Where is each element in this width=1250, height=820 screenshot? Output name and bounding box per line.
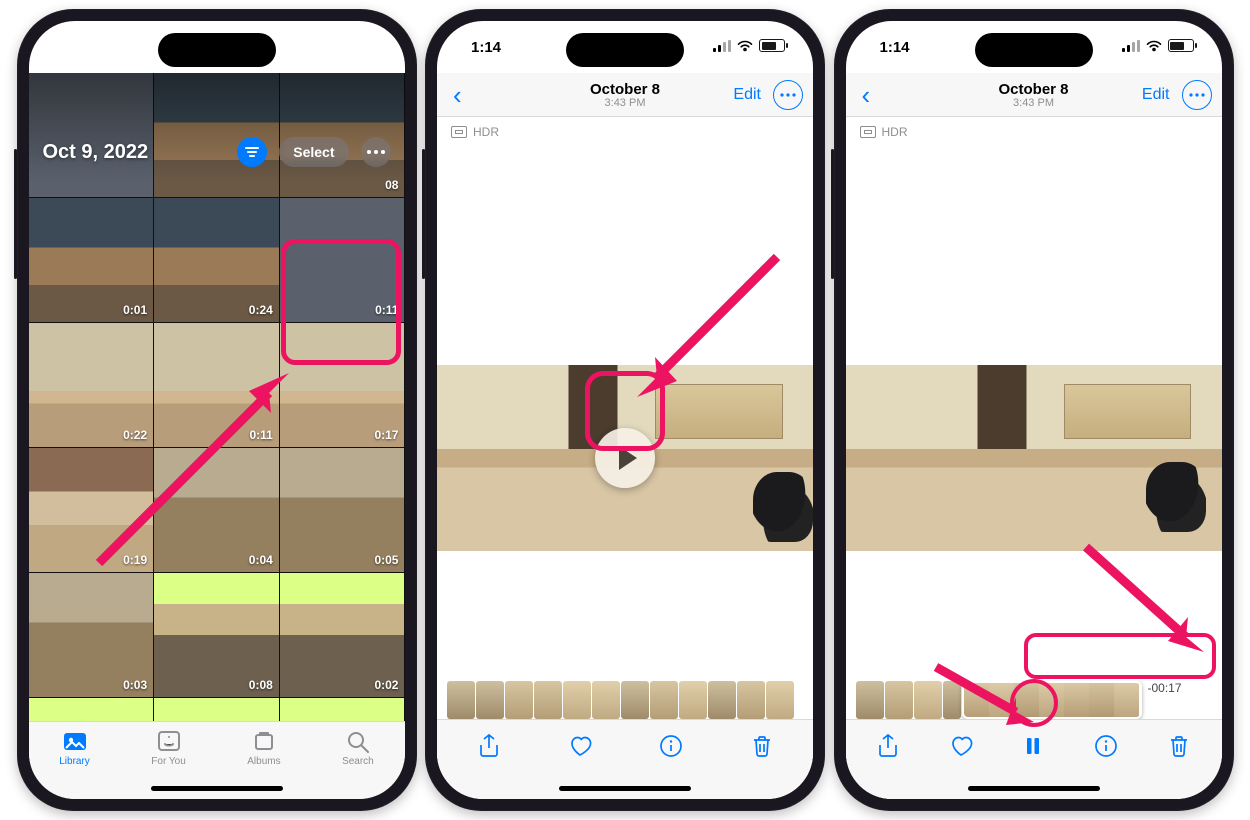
- more-button[interactable]: [361, 137, 391, 167]
- library-date: Oct 9, 2022: [43, 141, 149, 164]
- favorite-button[interactable]: [938, 723, 984, 769]
- video-thumbnail[interactable]: 0:05: [280, 448, 405, 572]
- edit-button[interactable]: Edit: [733, 86, 761, 104]
- thumbnail-duration: 0:17: [374, 428, 398, 442]
- edit-button[interactable]: Edit: [1142, 86, 1170, 104]
- home-indicator[interactable]: [968, 786, 1100, 791]
- video-viewer[interactable]: HDR: [437, 117, 813, 799]
- wifi-icon: [329, 40, 345, 52]
- share-button[interactable]: [466, 723, 512, 769]
- home-indicator[interactable]: [151, 786, 283, 791]
- video-thumbnail[interactable]: 0:19: [29, 448, 154, 572]
- bottom-toolbar: [437, 719, 813, 771]
- info-button[interactable]: [1083, 723, 1129, 769]
- more-options-button[interactable]: [1182, 80, 1212, 110]
- video-thumbnail[interactable]: [29, 73, 154, 197]
- phone-video-paused: 1:14 ‹ October 8 3:43 PM Edit: [425, 9, 825, 811]
- video-thumbnail[interactable]: 0:04: [154, 448, 279, 572]
- cellular-icon: [1122, 40, 1140, 52]
- video-thumbnail[interactable]: 0:03: [29, 573, 154, 697]
- tab-foryou[interactable]: For You: [151, 729, 185, 767]
- nav-bar: ‹ October 8 3:43 PM Edit: [846, 73, 1222, 117]
- thumbnail-duration: 0:02: [374, 678, 398, 692]
- cellular-icon: [713, 40, 731, 52]
- video-viewer[interactable]: HDR -00:17: [846, 117, 1222, 799]
- tab-search[interactable]: Search: [342, 729, 374, 767]
- delete-button[interactable]: [1156, 723, 1202, 769]
- video-thumbnail[interactable]: 0:03: [280, 698, 405, 721]
- video-thumbnail[interactable]: 0:03: [29, 698, 154, 721]
- video-thumbnail[interactable]: 08: [280, 73, 405, 197]
- bottom-toolbar: [846, 719, 1222, 771]
- share-button[interactable]: [865, 723, 911, 769]
- wifi-icon: [1146, 40, 1162, 52]
- dynamic-island: [566, 33, 684, 67]
- thumbnail-duration: 08: [385, 178, 398, 192]
- hdr-badge: HDR: [860, 125, 908, 139]
- battery-icon: [351, 39, 377, 52]
- video-thumbnail[interactable]: 0:01: [29, 198, 154, 322]
- battery-icon: [759, 39, 785, 52]
- thumbnail-duration: 0:03: [123, 678, 147, 692]
- thumbnail-duration: 0:11: [375, 303, 398, 317]
- video-thumbnail[interactable]: 0:03: [154, 698, 279, 721]
- video-thumbnail[interactable]: 0:11: [154, 323, 279, 447]
- annotation-highlight-scrubber: [1024, 633, 1216, 679]
- hdr-badge: HDR: [451, 125, 499, 139]
- dynamic-island: [158, 33, 276, 67]
- video-thumbnail[interactable]: [154, 73, 279, 197]
- thumbnail-duration: 0:08: [249, 678, 273, 692]
- cellular-icon: [305, 40, 323, 52]
- thumbnail-duration: 0:05: [374, 553, 398, 567]
- nav-bar: ‹ October 8 3:43 PM Edit: [437, 73, 813, 117]
- video-thumbnail[interactable]: 0:22: [29, 323, 154, 447]
- dynamic-island: [975, 33, 1093, 67]
- back-button[interactable]: ‹: [447, 82, 468, 108]
- select-button[interactable]: Select: [279, 137, 348, 167]
- thumbnail-duration: 0:19: [123, 553, 147, 567]
- home-indicator[interactable]: [559, 786, 691, 791]
- video-thumbnail[interactable]: 0:02: [280, 573, 405, 697]
- wifi-icon: [737, 40, 753, 52]
- battery-icon: [1168, 39, 1194, 52]
- video-thumbnail[interactable]: 0:24: [154, 198, 279, 322]
- favorite-button[interactable]: [557, 723, 603, 769]
- phone-library: 1:13 Oct 9, 2022 Select 08 0:01 0:24 0:11: [17, 9, 417, 811]
- info-button[interactable]: [648, 723, 694, 769]
- pause-button[interactable]: [1010, 723, 1056, 769]
- status-time: 1:13: [63, 39, 93, 56]
- thumbnail-duration: 0:24: [249, 303, 273, 317]
- delete-button[interactable]: [739, 723, 785, 769]
- video-thumbnail[interactable]: 0:11: [280, 198, 405, 322]
- status-time: 1:14: [880, 39, 910, 56]
- back-button[interactable]: ‹: [856, 82, 877, 108]
- filter-button[interactable]: [237, 137, 267, 167]
- status-time: 1:14: [471, 39, 501, 56]
- thumbnail-duration: 0:01: [123, 303, 147, 317]
- scrub-time-remaining: -00:17: [1147, 681, 1181, 695]
- more-options-button[interactable]: [773, 80, 803, 110]
- video-thumbnail[interactable]: 0:17: [280, 323, 405, 447]
- scrubber[interactable]: [962, 681, 1142, 719]
- thumbnail-duration: 0:11: [249, 428, 272, 442]
- filmstrip[interactable]: [437, 681, 813, 719]
- display-icon: [860, 126, 876, 138]
- annotation-arrow-scrubber: [1076, 537, 1216, 657]
- tab-albums[interactable]: Albums: [247, 729, 280, 767]
- tab-library[interactable]: Library: [59, 729, 90, 767]
- video-thumbnail[interactable]: 0:08: [154, 573, 279, 697]
- thumbnail-duration: 0:04: [249, 553, 273, 567]
- display-icon: [451, 126, 467, 138]
- phone-video-playing: 1:14 ‹ October 8 3:43 PM Edit: [834, 9, 1234, 811]
- thumbnail-duration: 0:22: [123, 428, 147, 442]
- library-grid[interactable]: 08 0:01 0:24 0:11 0:22 0:11 0:17 0:19 0:04 0:05 0:…: [29, 73, 405, 721]
- play-button[interactable]: [595, 428, 655, 488]
